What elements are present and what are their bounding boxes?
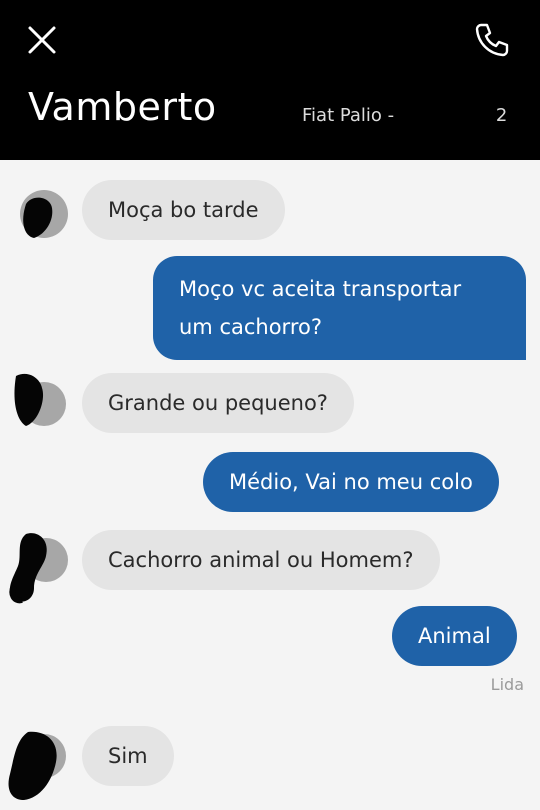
avatar-icon <box>8 731 66 800</box>
message-bubble-outgoing[interactable]: Médio, Vai no meu colo <box>203 452 499 512</box>
vehicle-suffix: 2 <box>495 105 508 126</box>
chat-header: Vamberto Fiat Palio - 2 <box>0 0 540 160</box>
message-bubble-outgoing[interactable]: Moço vc aceita transportar um cachorro? <box>153 256 526 360</box>
avatar-icon <box>20 190 68 238</box>
phone-icon <box>475 23 509 57</box>
message-bubble-incoming[interactable]: Cachorro animal ou Homem? <box>82 530 440 590</box>
close-button[interactable] <box>22 20 62 60</box>
message-bubble-incoming[interactable]: Moça bo tarde <box>82 180 285 240</box>
message-bubble-incoming[interactable]: Sim <box>82 726 174 786</box>
read-receipt: Lida <box>490 675 524 694</box>
vehicle-prefix: Fiat Palio - <box>302 105 395 126</box>
avatar-icon <box>14 373 66 426</box>
driver-avatar <box>10 370 66 426</box>
redacted-plate <box>399 105 496 127</box>
driver-avatar <box>4 530 68 604</box>
contact-name: Vamberto <box>28 85 217 129</box>
message-bubble-outgoing[interactable]: Animal <box>392 606 517 666</box>
message-bubble-incoming[interactable]: Grande ou pequeno? <box>82 373 354 433</box>
vehicle-info: Fiat Palio - 2 <box>302 104 507 128</box>
close-icon <box>28 26 56 54</box>
driver-avatar <box>12 186 68 242</box>
message-list[interactable]: Moça bo tarde Moço vc aceita transportar… <box>0 160 540 806</box>
call-button[interactable] <box>470 18 514 62</box>
driver-avatar <box>4 726 66 800</box>
avatar-icon <box>9 533 68 604</box>
